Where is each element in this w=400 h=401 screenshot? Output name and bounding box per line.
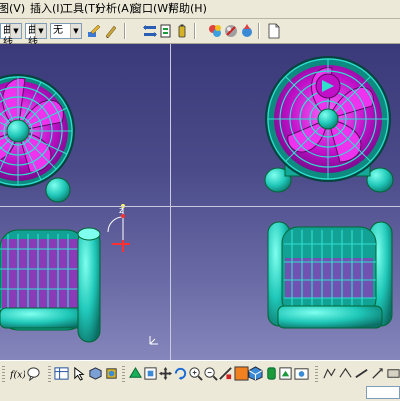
fan-isometric-view[interactable] [264, 56, 394, 193]
curve-style-combo[interactable]: 曲线 ▼ [25, 23, 47, 48]
toolbar-separator [124, 23, 126, 39]
table-icon[interactable] [54, 366, 69, 381]
cube-icon[interactable] [88, 366, 103, 381]
toolbar-bottom: f(x) [0, 362, 400, 384]
menu-tools[interactable]: 工具(T) [62, 2, 99, 16]
fan-rear-side-view[interactable] [267, 221, 393, 329]
menu-view[interactable]: 图(V) [0, 2, 25, 16]
zoom-in-icon[interactable] [188, 366, 203, 381]
fly-mode-icon[interactable] [128, 366, 143, 381]
command-input[interactable] [366, 386, 400, 399]
menu-insert[interactable]: 插入(I) [30, 2, 64, 16]
chevron-down-icon[interactable]: ▼ [10, 24, 21, 38]
normal-view-icon[interactable] [218, 366, 233, 381]
shading-icon[interactable] [264, 366, 279, 381]
render-style-icon[interactable] [207, 23, 223, 39]
menu-window[interactable]: 窗口(W) [131, 2, 172, 16]
toolbar-separator [258, 23, 260, 39]
toolbar-grip[interactable] [122, 366, 125, 382]
view-triad [149, 336, 158, 345]
document-icon[interactable] [266, 23, 282, 39]
measure-icon[interactable] [338, 366, 353, 381]
annotate-icon[interactable] [370, 366, 385, 381]
more-tools-icon[interactable] [386, 366, 400, 381]
fan-side-view[interactable] [0, 227, 101, 343]
toolbar-grip[interactable] [2, 366, 5, 382]
apply-material-icon[interactable] [239, 23, 255, 39]
svg-text:f(x): f(x) [10, 369, 25, 380]
chat-icon[interactable] [26, 366, 41, 381]
line-style-combo[interactable]: 曲线 ▼ [0, 23, 22, 48]
select-icon[interactable] [72, 366, 87, 381]
layer-combo[interactable]: 无 ▼ [50, 23, 82, 39]
iso-view-icon[interactable] [248, 366, 263, 381]
menu-bar: 图(V) 插入(I) 工具(T) 分析(A) 窗口(W) 帮助(H) [0, 0, 400, 19]
material-icon[interactable] [223, 23, 239, 39]
compass-axis[interactable]: z [107, 204, 130, 252]
image-capture-icon[interactable] [294, 366, 309, 381]
swap-arrows-icon[interactable] [142, 23, 158, 39]
viewport-divider-horizontal[interactable] [0, 206, 400, 207]
fit-all-icon[interactable] [143, 366, 158, 381]
model-views: z [0, 56, 394, 345]
swap-visible-icon[interactable] [278, 366, 293, 381]
pen-icon[interactable] [103, 23, 119, 39]
pan-icon[interactable] [158, 366, 173, 381]
multi-view-icon[interactable] [234, 366, 249, 381]
sketch-icon[interactable] [322, 366, 337, 381]
compass-label: z [119, 206, 124, 216]
format-painter-icon[interactable] [86, 23, 102, 39]
rotate-icon[interactable] [173, 366, 188, 381]
menu-help[interactable]: 帮助(H) [168, 2, 207, 16]
battery-icon[interactable] [174, 23, 190, 39]
ruler-icon[interactable] [354, 366, 369, 381]
toolbar-grip[interactable] [48, 366, 51, 382]
3d-viewport[interactable]: z [0, 44, 400, 360]
toolbar-grip[interactable] [315, 366, 318, 382]
paint-icon[interactable] [104, 366, 119, 381]
viewport-divider-vertical[interactable] [170, 44, 171, 360]
chevron-down-icon[interactable]: ▼ [35, 24, 46, 38]
toolbar-top: 曲线 ▼ 曲线 ▼ 无 ▼ [0, 19, 400, 48]
fan-front-view[interactable] [0, 74, 75, 203]
formula-icon[interactable]: f(x) [10, 366, 25, 381]
hide-show-icon[interactable] [158, 23, 174, 39]
toolbar-separator [194, 23, 196, 39]
zoom-out-icon[interactable] [203, 366, 218, 381]
menu-analysis[interactable]: 分析(A) [95, 2, 133, 16]
chevron-down-icon[interactable]: ▼ [70, 24, 81, 38]
layer-value: 无 [53, 25, 63, 36]
